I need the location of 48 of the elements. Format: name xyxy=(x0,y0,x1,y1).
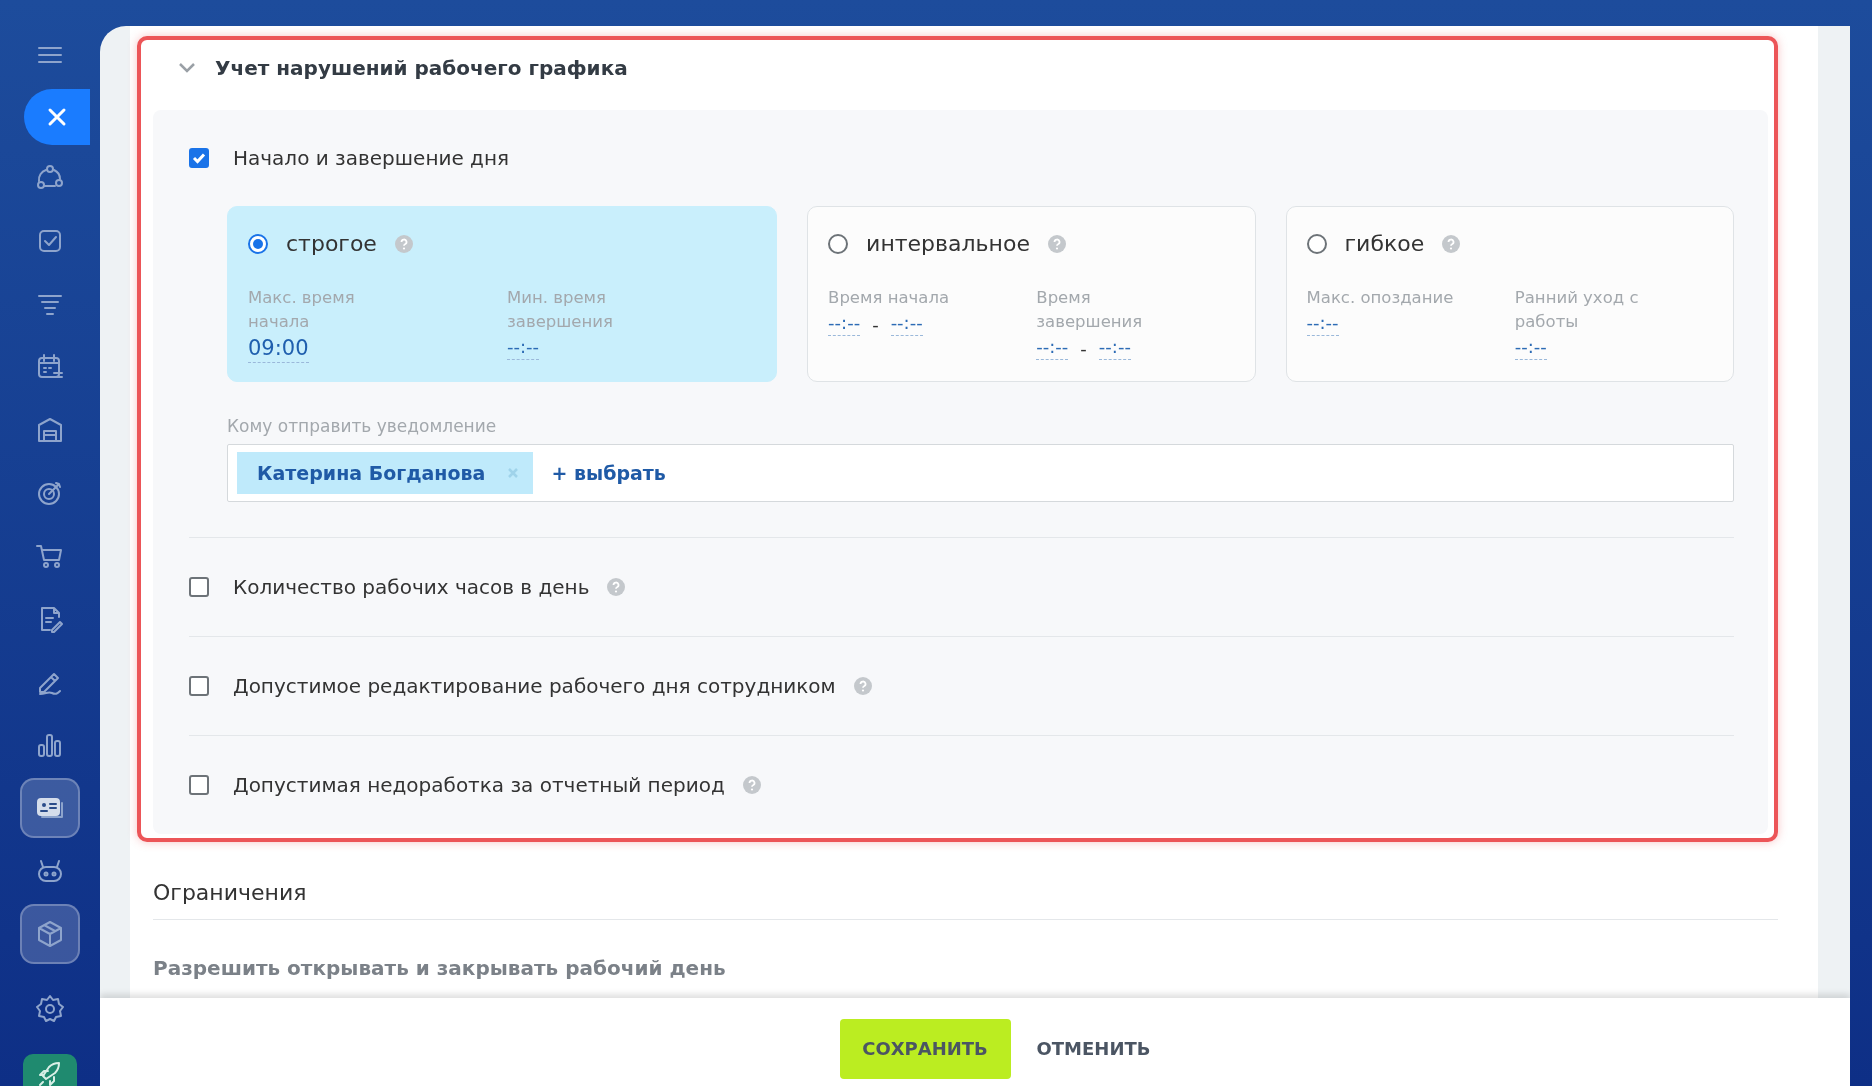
sidebar-item[interactable] xyxy=(20,778,80,838)
time-field[interactable]: --:-- xyxy=(890,312,923,336)
sidebar-item[interactable] xyxy=(23,1054,77,1086)
section-title: Ограничения xyxy=(153,842,1778,920)
time-field[interactable]: --:-- xyxy=(1306,312,1339,336)
time-field[interactable]: 09:00 xyxy=(248,336,309,363)
close-button[interactable] xyxy=(24,89,90,145)
recipient-field[interactable]: Катерина Богданова + выбрать xyxy=(227,444,1734,502)
checkbox[interactable] xyxy=(189,775,209,795)
chevron-icon[interactable] xyxy=(177,61,197,75)
field-label: Время завершения xyxy=(1036,287,1144,333)
time-field[interactable]: --:-- xyxy=(828,312,861,336)
section-title: Учет нарушений рабочего графика xyxy=(215,56,628,80)
mode-label: строгое xyxy=(286,231,377,256)
add-link[interactable]: + выбрать xyxy=(551,462,666,484)
checkbox-label: Допустимое редактирование рабочего дня сотрудником xyxy=(233,674,836,698)
checkbox[interactable] xyxy=(189,676,209,696)
field-label: Макс. опоздание xyxy=(1306,287,1455,309)
field-label: Кому отправить уведомление xyxy=(227,416,498,436)
field-label: Макс. время начала xyxy=(248,287,356,333)
save-button[interactable]: СОХРАНИТЬ xyxy=(839,1018,1011,1079)
mode-label: гибкое xyxy=(1344,231,1425,256)
mode-label: интервальное xyxy=(866,231,1030,256)
checkbox-label: Допустимая недоработка за отчетный период xyxy=(233,773,725,797)
time-field[interactable]: --:-- xyxy=(1514,336,1547,360)
range-dash: - xyxy=(872,313,879,335)
field-label: Время начала xyxy=(828,287,951,309)
recipient-name: Катерина Богданова xyxy=(257,462,486,484)
mode-card[interactable]: строгое Макс. время начала 09:00 Мин. время завершения --:-- xyxy=(227,206,778,382)
range-dash: - xyxy=(1080,337,1087,359)
mode-card[interactable]: интервальное Время начала --:-- - --:-- Время завершения --:-- - --:-- xyxy=(807,206,1256,382)
field-label: Мин. время завершения xyxy=(507,287,614,333)
radio-button[interactable] xyxy=(248,233,268,254)
checkbox-label: Начало и завершение дня xyxy=(233,146,510,170)
mode-card[interactable]: гибкое Макс. опоздание --:-- Ранний уход с работы --:-- xyxy=(1285,206,1734,382)
sidebar-item[interactable] xyxy=(20,904,80,964)
time-field[interactable]: --:-- xyxy=(1036,336,1069,360)
checkbox[interactable] xyxy=(189,148,209,168)
cancel-button[interactable]: ОТМЕНИТЬ xyxy=(1036,1038,1151,1059)
time-field[interactable]: --:-- xyxy=(1098,336,1131,360)
checkbox[interactable] xyxy=(189,577,209,597)
option-label: Разрешить открывать и закрывать рабочий день xyxy=(153,956,727,980)
radio-button[interactable] xyxy=(828,233,849,254)
time-field[interactable]: --:-- xyxy=(507,336,540,360)
radio-button[interactable] xyxy=(1306,233,1327,254)
settings-icon xyxy=(34,993,66,1025)
field-label: Ранний уход с работы xyxy=(1514,287,1640,333)
checkbox-label: Количество рабочих часов в день xyxy=(233,575,590,599)
